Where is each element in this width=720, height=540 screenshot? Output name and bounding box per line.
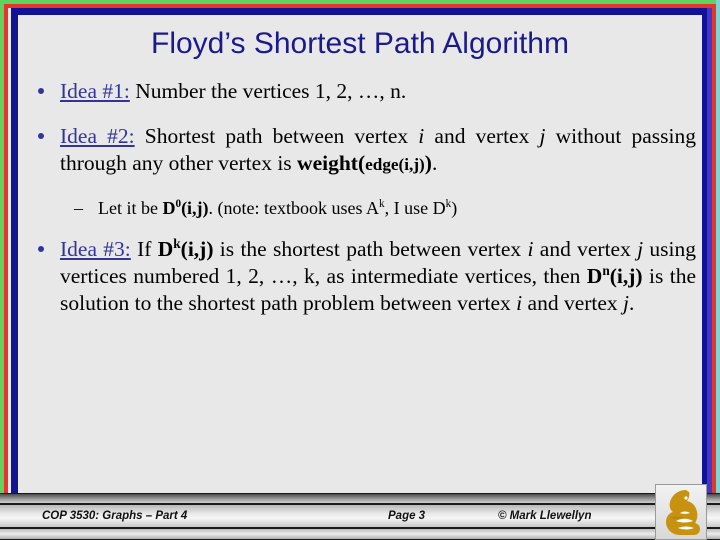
- idea-3-dn-expression: Dn(i,j): [587, 264, 643, 288]
- idea-3-text-1: If: [130, 237, 158, 261]
- bullet-dot-icon: [38, 133, 44, 139]
- idea-1-text: Number the vertices 1, 2, …, n.: [129, 79, 407, 103]
- idea-3-dk-args: (i,j): [180, 237, 214, 261]
- pegasus-icon: [666, 490, 700, 535]
- idea-3-dn-args: (i,j): [609, 264, 643, 288]
- sub-text-1: Let it be: [98, 198, 163, 218]
- idea-3-text-3: and vertex: [533, 237, 638, 261]
- frame-border-right-teal: [716, 0, 720, 540]
- slide-content: Floyd’s Shortest Path Algorithm Idea #1:…: [20, 16, 700, 494]
- ucf-pegasus-logo: [655, 484, 707, 540]
- weight-inner: edge(i,j): [365, 155, 425, 174]
- sub-bullet-d0-note: – Let it be D0(i,j). (note: textbook uses…: [24, 196, 696, 220]
- footer-copyright-label: © Mark Llewellyn: [498, 510, 592, 522]
- bullet-idea-1: Idea #1: Number the vertices 1, 2, …, n.: [24, 78, 696, 105]
- idea-2-label: Idea #2:: [60, 124, 135, 148]
- footer-band-top: [0, 493, 720, 504]
- slide-footer: COP 3530: Graphs – Part 4 Page 3 © Mark …: [0, 493, 720, 540]
- page-title: Floyd’s Shortest Path Algorithm: [151, 27, 569, 60]
- footer-course-label: COP 3530: Graphs – Part 4: [42, 510, 188, 522]
- sub-text-4: ): [451, 198, 458, 218]
- idea-1-label: Idea #1:: [60, 79, 130, 103]
- footer-band-bottom: [0, 528, 720, 540]
- idea-3-dk-letter: D: [157, 237, 174, 261]
- idea-3-text-6: and vertex: [522, 291, 624, 315]
- idea-3-label: Idea #3:: [60, 237, 131, 261]
- idea-2-weight-expression: weight(edge(i,j)).: [297, 151, 437, 175]
- idea-3-text-2: is the shortest path between vertex: [213, 237, 528, 261]
- idea-3-dn-letter: D: [586, 264, 603, 288]
- frame-border-right-blue: [707, 8, 712, 532]
- idea-2-text-1: Shortest path between vertex: [134, 124, 419, 148]
- idea-3-dk-superscript: k: [173, 235, 181, 251]
- idea-2-text-2: and vertex: [424, 124, 540, 148]
- bullet-dot-icon: [38, 246, 44, 252]
- sub-text-2: . (note: textbook uses A: [208, 198, 380, 218]
- weight-close: ): [424, 151, 432, 175]
- bullet-dot-icon: [38, 88, 44, 94]
- sub-d0-letter: D: [162, 198, 176, 218]
- sub-text-3: , I use D: [384, 198, 446, 218]
- dash-bullet-icon: –: [74, 198, 83, 218]
- slide-canvas: Floyd’s Shortest Path Algorithm Idea #1:…: [0, 0, 720, 540]
- slide-body: Idea #1: Number the vertices 1, 2, …, n.…: [24, 78, 696, 335]
- weight-open: weight(: [297, 151, 366, 175]
- frame-border-right-red: [712, 4, 716, 540]
- sub-d0-args: (i,j): [181, 198, 209, 218]
- idea-3-dn-superscript: n: [602, 262, 610, 278]
- idea-3-text-7: .: [629, 291, 635, 315]
- bullet-idea-3: Idea #3: If Dk(i,j) is the shortest path…: [24, 236, 696, 317]
- sub-d0-expression: D0(i,j): [162, 198, 208, 218]
- bullet-idea-2: Idea #2: Shortest path between vertex i …: [24, 123, 696, 178]
- idea-3-dk-expression: Dk(i,j): [158, 237, 214, 261]
- weight-period: .: [431, 151, 438, 175]
- footer-page-number: Page 3: [388, 510, 426, 522]
